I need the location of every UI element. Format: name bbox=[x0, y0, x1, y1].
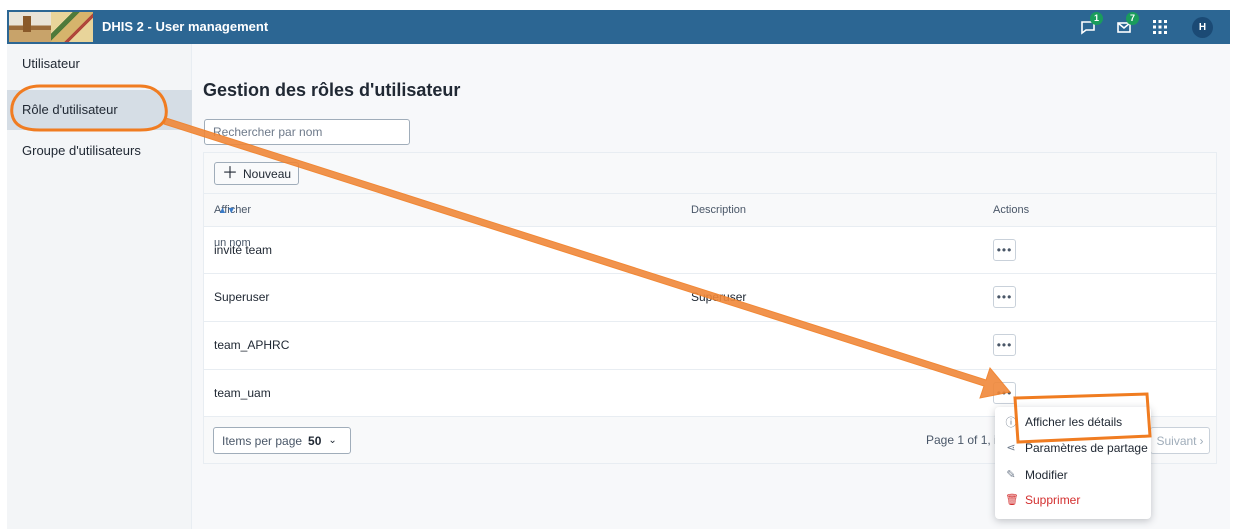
chevron-down-icon: ⌄ bbox=[328, 435, 337, 446]
apps-menu-button[interactable] bbox=[1149, 16, 1171, 38]
more-icon: ••• bbox=[996, 386, 1013, 400]
next-page-label: Suivant bbox=[1156, 433, 1197, 448]
messages-badge: 7 bbox=[1126, 12, 1139, 25]
row-name: team_APHRC bbox=[214, 338, 290, 352]
table-header: Afficher un nom ▲▼ Description Actions bbox=[204, 193, 1216, 249]
new-role-button-label: Nouveau bbox=[243, 166, 292, 181]
table-row[interactable]: team_APHRC ••• bbox=[204, 321, 1216, 368]
items-per-page-select[interactable]: Items per page 50 ⌄ bbox=[213, 427, 351, 454]
pagination-summary: Page 1 of 1, it bbox=[926, 433, 1001, 447]
pencil-icon: ✎ bbox=[1006, 469, 1016, 481]
app-logo[interactable] bbox=[9, 12, 93, 42]
table-row[interactable]: Superuser Superuser ••• bbox=[204, 273, 1216, 320]
menu-item-delete[interactable]: 🗑 Supprimer bbox=[995, 487, 1151, 512]
page-title: Gestion des rôles d'utilisateur bbox=[203, 80, 461, 100]
menu-item-label: Supprimer bbox=[1025, 492, 1081, 507]
menu-item-sharing-settings[interactable]: ⋖ Paramètres de partage bbox=[995, 435, 1151, 460]
items-per-page-value: 50 bbox=[308, 433, 322, 448]
messages-button[interactable]: 7 bbox=[1113, 12, 1139, 38]
chevron-right-icon: › bbox=[1199, 433, 1204, 448]
plus-icon: ＋ bbox=[222, 164, 239, 182]
row-actions-button[interactable]: ••• bbox=[993, 382, 1016, 404]
table-toolbar: ＋ Nouveau bbox=[204, 153, 1216, 193]
header-bar: DHIS 2 - User management 1 7 H bbox=[7, 10, 1230, 44]
row-actions-button[interactable]: ••• bbox=[993, 286, 1016, 308]
menu-item-label: Afficher les détails bbox=[1025, 414, 1123, 429]
column-header-description: Description bbox=[691, 204, 747, 216]
sidebar-item-user-groups[interactable]: Groupe d'utilisateurs bbox=[7, 130, 192, 170]
logo-image-right bbox=[51, 12, 93, 42]
more-icon: ••• bbox=[996, 338, 1013, 352]
sort-icon[interactable]: ▲▼ bbox=[218, 194, 236, 227]
more-icon: ••• bbox=[996, 243, 1013, 257]
more-icon: ••• bbox=[996, 290, 1013, 304]
new-role-button[interactable]: ＋ Nouveau bbox=[214, 162, 300, 185]
app-window: DHIS 2 - User management 1 7 H Utilisate… bbox=[7, 10, 1230, 529]
column-header-actions: Actions bbox=[993, 204, 1030, 216]
trash-icon: 🗑 bbox=[1005, 494, 1019, 506]
logo-image-left bbox=[9, 12, 51, 42]
user-avatar[interactable]: H bbox=[1192, 17, 1213, 38]
items-per-page-label: Items per page bbox=[222, 433, 303, 448]
row-name: Superuser bbox=[214, 290, 270, 304]
row-name: invité team bbox=[214, 243, 273, 257]
interpretations-badge: 1 bbox=[1090, 12, 1103, 25]
apps-grid-icon bbox=[1153, 20, 1167, 34]
row-actions-menu: ⓘ Afficher les détails ⋖ Paramètres de p… bbox=[995, 407, 1151, 519]
menu-item-label: Modifier bbox=[1025, 467, 1068, 482]
info-icon: ⓘ bbox=[1005, 416, 1017, 429]
share-icon: ⋖ bbox=[1006, 442, 1016, 454]
menu-item-label: Paramètres de partage bbox=[1025, 440, 1148, 455]
sidebar: Utilisateur Rôle d'utilisateur Groupe d'… bbox=[7, 44, 192, 529]
menu-item-show-details[interactable]: ⓘ Afficher les détails bbox=[995, 409, 1151, 434]
row-description: Superuser bbox=[691, 290, 747, 304]
interpretations-button[interactable]: 1 bbox=[1077, 12, 1103, 38]
table-row[interactable]: invité team ••• bbox=[204, 226, 1216, 273]
row-actions-button[interactable]: ••• bbox=[993, 334, 1016, 356]
next-page-button[interactable]: Suivant › bbox=[1150, 427, 1210, 454]
app-title: DHIS 2 - User management bbox=[102, 19, 269, 34]
sidebar-item-users[interactable]: Utilisateur bbox=[7, 46, 192, 86]
search-input[interactable] bbox=[204, 119, 410, 145]
row-actions-button[interactable]: ••• bbox=[993, 239, 1016, 261]
sidebar-item-user-roles[interactable]: Rôle d'utilisateur bbox=[7, 90, 192, 130]
menu-item-edit[interactable]: ✎ Modifier bbox=[995, 462, 1151, 487]
row-name: team_uam bbox=[214, 386, 271, 400]
